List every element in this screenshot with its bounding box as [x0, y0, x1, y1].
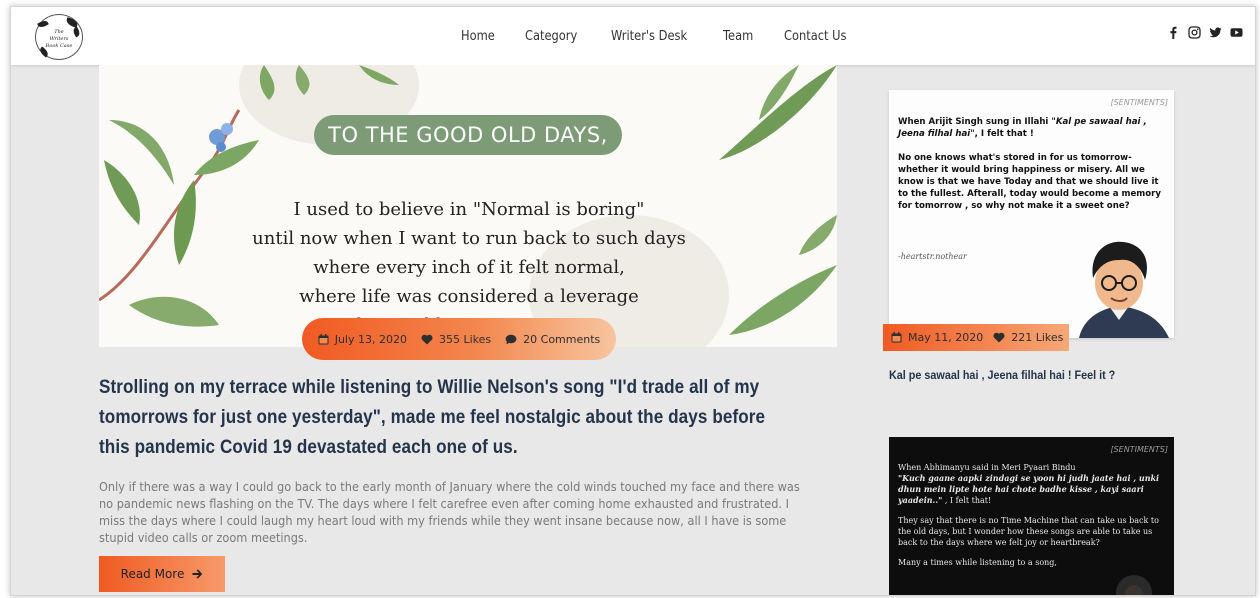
post-likes[interactable]: 355 Likes: [421, 333, 491, 346]
side-post-1-text: When Arijit Singh sung in Illahi "Kal pe…: [898, 116, 1168, 224]
nav-category[interactable]: Category: [525, 29, 577, 44]
nav-writers-desk[interactable]: Writer's Desk: [611, 29, 687, 44]
side-post-1-likes-text: 221 Likes: [1011, 331, 1064, 344]
poem-line: until now when I want to run back to suc…: [252, 228, 686, 249]
post-date-text: July 13, 2020: [334, 332, 407, 346]
facebook-icon[interactable]: [1167, 26, 1180, 39]
intro-quote: "Kuch gaane aapki zindagi se yoon hi jud…: [898, 473, 1160, 505]
poem-line: I used to believe in "Normal is boring": [293, 199, 645, 220]
top-navbar: The Writers Book Case Home Category Writ…: [11, 7, 1255, 65]
poem-line: where every inch of it felt normal,: [313, 257, 625, 278]
caricature-illustration: [1079, 241, 1169, 338]
calendar-icon: [318, 333, 329, 344]
site-logo[interactable]: The Writers Book Case: [35, 14, 83, 60]
arrow-right-icon: [192, 569, 203, 579]
side-post-1-meta: May 11, 2020 221 Likes: [883, 324, 1069, 351]
side-post-1-image[interactable]: [SENTIMENTS] When Arijit Singh sung in I…: [889, 90, 1174, 338]
nav-contact-us[interactable]: Contact Us: [784, 29, 846, 44]
portrait-illustration: [1116, 575, 1152, 595]
intro-part: , I felt that !: [974, 129, 1034, 139]
post-title[interactable]: Strolling on my terrace while listening …: [99, 373, 783, 463]
side-post-2-intro: When Abhimanyu said in Meri Pyaari Bindu…: [898, 462, 1170, 506]
post-comments-text: 20 Comments: [523, 332, 601, 346]
side-post-2-image[interactable]: [SENTIMENTS] When Abhimanyu said in Meri…: [889, 437, 1174, 595]
side-post-1-tag: [SENTIMENTS]: [1110, 98, 1168, 107]
browser-frame: The Writers Book Case Home Category Writ…: [10, 6, 1256, 596]
side-post-1-date[interactable]: May 11, 2020: [891, 331, 983, 344]
instagram-icon[interactable]: [1188, 26, 1201, 39]
twitter-icon[interactable]: [1209, 26, 1222, 39]
side-post-2-body: They say that there is no Time Machine t…: [898, 516, 1159, 547]
nav-home[interactable]: Home: [461, 29, 495, 44]
post-meta-pill: July 13, 2020 355 Likes 20 Comments: [302, 318, 616, 360]
intro-suffix: , I felt that!: [942, 496, 992, 505]
featured-post-image[interactable]: TO THE GOOD OLD DAYS, I used to believe …: [99, 65, 837, 347]
nav-team[interactable]: Team: [723, 29, 753, 44]
intro-part: When Arijit Singh sung in Illahi: [898, 117, 1052, 127]
heart-icon: [993, 332, 1005, 343]
side-post-2-tag: [SENTIMENTS]: [1110, 445, 1168, 454]
side-post-1-likes[interactable]: 221 Likes: [993, 331, 1063, 344]
read-more-label: Read More: [120, 567, 185, 581]
nav-menu: Home Category Writer's Desk Team Contact…: [461, 7, 855, 65]
read-more-button[interactable]: Read More: [99, 556, 225, 592]
side-post-1-date-text: May 11, 2020: [908, 331, 984, 344]
side-post-1-title[interactable]: Kal pe sawaal hai , Jeena filhal hai ! F…: [889, 368, 1115, 382]
post-excerpt: Only if there was a way I could go back …: [99, 480, 800, 545]
post-comments[interactable]: 20 Comments: [505, 333, 600, 346]
side-post-1-signature: -heartstr.nothear: [898, 252, 967, 261]
calendar-icon: [891, 332, 902, 343]
poem-line: where life was considered a leverage: [299, 286, 639, 307]
youtube-icon[interactable]: [1230, 26, 1243, 39]
comment-icon: [505, 334, 517, 344]
heart-icon: [421, 334, 433, 344]
post-likes-text: 355 Likes: [438, 332, 492, 346]
side-post-2-text: When Abhimanyu said in Meri Pyaari Bindu…: [898, 462, 1170, 577]
intro-line: When Abhimanyu said in Meri Pyaari Bindu: [898, 463, 1076, 472]
post-date[interactable]: July 13, 2020: [318, 333, 407, 346]
side-post-1-body: No one knows what's stored in for us tom…: [898, 153, 1161, 211]
side-post-1-intro: When Arijit Singh sung in Illahi "Kal pe…: [898, 116, 1168, 140]
social-links: [1167, 26, 1243, 39]
image-banner-text: TO THE GOOD OLD DAYS,: [314, 115, 622, 155]
